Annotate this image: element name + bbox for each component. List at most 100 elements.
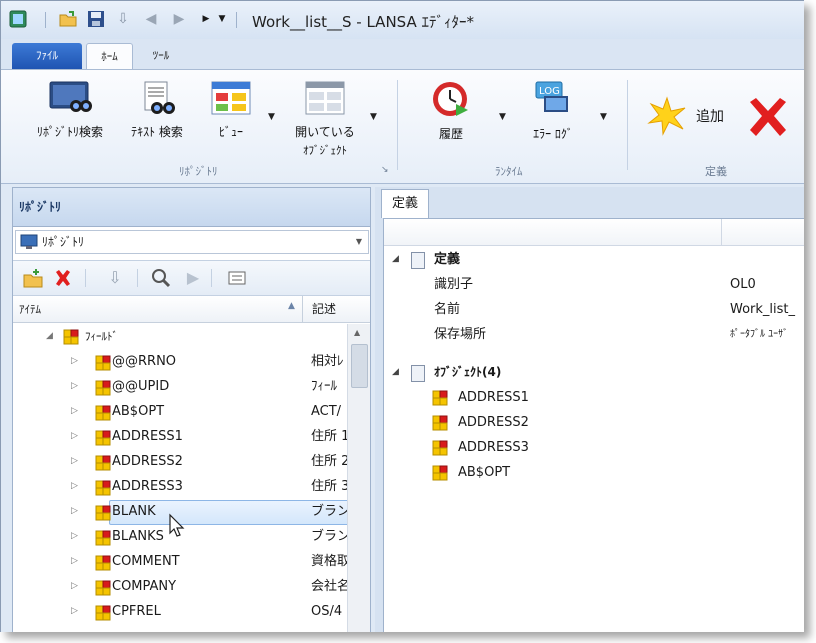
repository-search-button[interactable]: ﾘﾎﾟｼﾞﾄﾘ検索: [29, 80, 111, 140]
open-folder-icon[interactable]: [59, 10, 77, 28]
field-icon: [432, 415, 448, 431]
tree-row-field[interactable]: ▷ COMMENT 資格取: [13, 549, 347, 574]
expand-triangle-icon[interactable]: ▷: [71, 549, 78, 574]
delete-button[interactable]: [746, 96, 790, 142]
property-key: 名前: [434, 302, 461, 317]
expand-triangle-icon[interactable]: ▷: [71, 599, 78, 624]
tab-definition[interactable]: 定義: [381, 189, 429, 218]
collapse-triangle-icon[interactable]: ◢: [392, 247, 399, 272]
repository-combo[interactable]: ﾘﾎﾟｼﾞﾄﾘ ▼: [15, 230, 369, 254]
magnifier-icon[interactable]: [151, 268, 171, 288]
property-row[interactable]: 名前 Work_list_: [384, 297, 804, 322]
expand-triangle-icon[interactable]: ▷: [71, 374, 78, 399]
chevron-down-icon[interactable]: ▼: [356, 231, 362, 253]
tree-row-field[interactable]: ▷ ADDRESS1 住所 1: [13, 424, 347, 449]
expand-triangle-icon[interactable]: ▷: [71, 499, 78, 524]
field-icon: [432, 440, 448, 456]
text-search-button[interactable]: ﾃｷｽﾄ 検索: [124, 80, 190, 140]
property-value: Work_list_: [730, 302, 796, 317]
field-icon: [95, 555, 111, 571]
download-icon[interactable]: ⇩: [114, 10, 132, 28]
new-folder-icon[interactable]: [23, 268, 43, 288]
error-log-icon: LOG: [535, 81, 568, 112]
app-icon[interactable]: [9, 10, 27, 28]
tree-row-field[interactable]: ▷ @@UPID ﾌｨｰﾙ: [13, 374, 347, 399]
view-button[interactable]: ﾋﾞｭｰ: [206, 80, 256, 140]
history-dropdown-icon[interactable]: ▼: [499, 112, 506, 122]
column-divider: [721, 219, 722, 245]
expand-triangle-icon[interactable]: ▷: [71, 524, 78, 549]
open-objects-label-2: ｵﾌﾞｼﾞｪｸﾄ: [303, 144, 347, 157]
object-row[interactable]: ADDRESS2: [384, 410, 804, 435]
forward-arrow-icon[interactable]: ▶: [170, 10, 188, 28]
expand-triangle-icon[interactable]: ▷: [71, 474, 78, 499]
delete-icon[interactable]: [53, 268, 73, 288]
expand-triangle-icon[interactable]: ▷: [71, 349, 78, 374]
tree-row-field[interactable]: ▷ ADDRESS2 住所 2: [13, 449, 347, 474]
open-objects-dropdown-icon[interactable]: ▼: [370, 112, 377, 122]
field-name: CPFREL: [112, 604, 161, 619]
repository-panel: ﾘﾎﾟｼﾞﾄﾘ ﾘﾎﾟｼﾞﾄﾘ ▼ ⇩ ▶ ｱｲﾃﾑ ▲ 記述 ◢ ﾌｨｰﾙﾄﾞ…: [12, 187, 371, 632]
error-log-dropdown-icon[interactable]: ▼: [600, 112, 607, 122]
tree-root-fields[interactable]: ◢ ﾌｨｰﾙﾄﾞ: [13, 324, 347, 349]
object-row[interactable]: ADDRESS1: [384, 385, 804, 410]
dialog-launcher-icon[interactable]: ↘: [381, 165, 389, 175]
section-definition[interactable]: ◢ 定義: [384, 247, 804, 272]
column-desc[interactable]: 記述: [312, 300, 336, 317]
add-button[interactable]: 追加: [647, 96, 724, 140]
field-icon: [95, 455, 111, 471]
tree-row-field[interactable]: ▷ @@RRNO 相対ﾚ: [13, 349, 347, 374]
tree-row-field[interactable]: ▷ COMPANY 会社名: [13, 574, 347, 599]
repository-combo-value: ﾘﾎﾟｼﾞﾄﾘ: [42, 235, 85, 249]
tree-scrollbar[interactable]: ▲: [347, 324, 370, 632]
tree-row-field[interactable]: ▷ ADDRESS3 住所 3: [13, 474, 347, 499]
field-description: 資格取: [311, 554, 347, 569]
error-log-button[interactable]: LOG ｴﾗｰ ﾛｸﾞ: [525, 80, 581, 142]
tab-file[interactable]: ﾌｧｲﾙ: [12, 43, 82, 69]
object-row[interactable]: AB$OPT: [384, 460, 804, 485]
toolbar-separator: [211, 269, 212, 287]
expand-triangle-icon[interactable]: ▷: [71, 424, 78, 449]
property-row[interactable]: 識別子 OL0: [384, 272, 804, 297]
document-icon: [411, 252, 425, 269]
field-icon: [95, 505, 111, 521]
ribbon-separator: [397, 80, 398, 170]
property-column-header: [384, 219, 804, 246]
field-icon: [95, 605, 111, 621]
scroll-thumb[interactable]: [351, 344, 368, 388]
expand-triangle-icon[interactable]: ▷: [71, 449, 78, 474]
property-row[interactable]: 保存場所 ﾎﾟｰﾀﾌﾞﾙ ﾕｰｻﾞ: [384, 322, 804, 347]
field-name: @@RRNO: [112, 354, 177, 369]
collapse-triangle-icon[interactable]: ◢: [392, 360, 399, 385]
group-label-repository: ﾘﾎﾟｼﾞﾄﾘ: [179, 165, 218, 178]
save-icon[interactable]: [87, 10, 105, 28]
property-key: 保存場所: [434, 327, 487, 342]
field-name: BLANK: [112, 504, 156, 519]
open-objects-button[interactable]: 開いている ｵﾌﾞｼﾞｪｸﾄ: [287, 80, 363, 158]
tab-home[interactable]: ﾎｰﾑ: [86, 43, 133, 70]
download-icon[interactable]: ⇩: [105, 268, 125, 288]
properties-list-icon[interactable]: [227, 268, 247, 288]
object-row[interactable]: ADDRESS3: [384, 435, 804, 460]
scroll-up-icon[interactable]: ▲: [354, 328, 360, 337]
tab-tools[interactable]: ﾂｰﾙ: [141, 43, 181, 69]
column-item[interactable]: ｱｲﾃﾑ: [19, 301, 41, 317]
field-icon: [95, 430, 111, 446]
field-icon: [95, 430, 111, 446]
view-dropdown-icon[interactable]: ▼: [268, 112, 275, 122]
column-divider: [302, 296, 303, 322]
tree-row-field[interactable]: ▷ CPFREL OS/4: [13, 599, 347, 624]
log-badge-text: LOG: [539, 86, 560, 97]
customize-dropdown-icon[interactable]: ▼: [213, 10, 231, 28]
expand-triangle-icon[interactable]: ▷: [71, 399, 78, 424]
play-icon[interactable]: ▶: [183, 268, 203, 288]
collapse-triangle-icon[interactable]: ◢: [46, 324, 53, 349]
section-objects[interactable]: ◢ ｵﾌﾞｼﾞｪｸﾄ(4): [384, 360, 804, 385]
history-button[interactable]: 履歴: [426, 80, 476, 142]
field-icon: [95, 530, 111, 546]
back-arrow-icon[interactable]: ◀: [142, 10, 160, 28]
field-name: ADDRESS2: [112, 454, 183, 469]
tree-row-field[interactable]: ▷ AB$OPT ACT/: [13, 399, 347, 424]
field-group-icon: [63, 329, 79, 345]
expand-triangle-icon[interactable]: ▷: [71, 574, 78, 599]
